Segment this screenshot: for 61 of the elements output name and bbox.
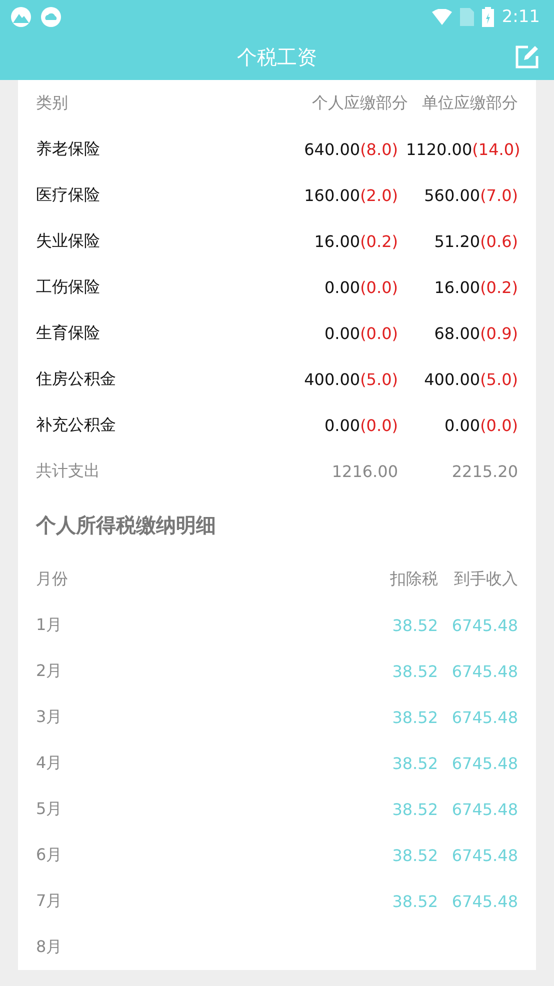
column-header: 扣除税 bbox=[390, 568, 438, 588]
mountain-icon bbox=[10, 6, 32, 28]
total-label: 共计支出 bbox=[36, 460, 101, 482]
column-header: 单位应缴部分 bbox=[422, 92, 518, 114]
amount-value: 0.00(0.0) bbox=[324, 278, 398, 296]
income-value: 6745.48 bbox=[452, 892, 518, 910]
insurance-name: 养老保险 bbox=[36, 138, 101, 160]
amount-value: 640.00(8.0) bbox=[304, 140, 398, 158]
amount-value: 0.00(0.0) bbox=[444, 416, 518, 434]
tax-value: 38.52 bbox=[392, 616, 438, 634]
tax-value: 38.52 bbox=[392, 754, 438, 772]
month-label: 5月 bbox=[36, 798, 64, 820]
insurance-name: 医疗保险 bbox=[36, 184, 101, 206]
month-label: 2月 bbox=[36, 660, 64, 682]
status-time: 2:11 bbox=[502, 7, 540, 27]
screen-title: 个税工资 bbox=[237, 44, 317, 70]
month-label: 1月 bbox=[36, 614, 64, 636]
amount-value: 16.00(0.2) bbox=[314, 232, 398, 250]
month-label: 3月 bbox=[36, 706, 64, 728]
month-label: 7月 bbox=[36, 890, 64, 912]
amount-value: 16.00(0.2) bbox=[434, 278, 518, 296]
battery-icon bbox=[482, 7, 494, 27]
column-header: 类别 bbox=[36, 92, 69, 114]
tax-value: 38.52 bbox=[392, 800, 438, 818]
insurance-name: 工伤保险 bbox=[36, 276, 101, 298]
column-header: 到手收入 bbox=[454, 568, 518, 588]
tax-value: 38.52 bbox=[392, 846, 438, 864]
insurance-name: 住房公积金 bbox=[36, 368, 117, 390]
income-value: 6745.48 bbox=[452, 662, 518, 680]
tax-value: 38.52 bbox=[392, 892, 438, 910]
month-label: 6月 bbox=[36, 844, 64, 866]
amount-value: 0.00(0.0) bbox=[324, 416, 398, 434]
amount-value: 1120.00(14.0) bbox=[406, 140, 520, 158]
amount-value: 400.00(5.0) bbox=[304, 370, 398, 388]
tax-value: 38.52 bbox=[392, 662, 438, 680]
insurance-name: 失业保险 bbox=[36, 230, 101, 252]
cloud-icon bbox=[40, 6, 62, 28]
income-value: 6745.48 bbox=[452, 708, 518, 726]
amount-value: 560.00(7.0) bbox=[424, 186, 518, 204]
amount-value: 68.00(0.9) bbox=[434, 324, 518, 342]
income-value: 6745.48 bbox=[452, 846, 518, 864]
amount-value: 0.00(0.0) bbox=[324, 324, 398, 342]
amount-value: 51.20(0.6) bbox=[434, 232, 518, 250]
income-value: 6745.48 bbox=[452, 616, 518, 634]
income-value: 6745.48 bbox=[452, 800, 518, 818]
section-title: 个人所得税缴纳明细 bbox=[36, 512, 216, 538]
insurance-name: 补充公积金 bbox=[36, 414, 117, 436]
column-header: 个人应缴部分 bbox=[312, 92, 408, 114]
month-label: 4月 bbox=[36, 752, 64, 774]
insurance-name: 生育保险 bbox=[36, 322, 101, 344]
amount-value: 160.00(2.0) bbox=[304, 186, 398, 204]
total-value: 2215.20 bbox=[452, 462, 518, 480]
sim-icon bbox=[460, 8, 474, 26]
wifi-icon bbox=[432, 9, 452, 25]
edit-icon[interactable] bbox=[514, 44, 540, 70]
tax-value: 38.52 bbox=[392, 708, 438, 726]
income-value: 6745.48 bbox=[452, 754, 518, 772]
amount-value: 400.00(5.0) bbox=[424, 370, 518, 388]
total-value: 1216.00 bbox=[332, 462, 398, 480]
column-header: 月份 bbox=[36, 568, 69, 590]
month-label: 8月 bbox=[36, 936, 64, 958]
